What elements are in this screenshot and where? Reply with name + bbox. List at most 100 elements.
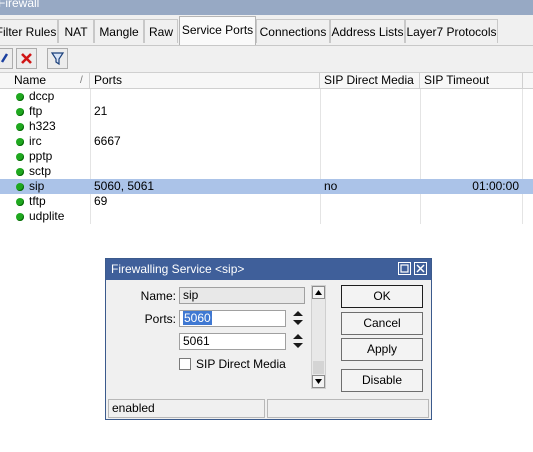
- window-title: Firewall: [0, 0, 40, 10]
- table-header: Name / Ports SIP Direct Media SIP Timeou…: [0, 72, 533, 89]
- table-row[interactable]: sctp: [0, 164, 533, 179]
- name-label: Name:: [140, 289, 176, 303]
- apply-button[interactable]: Apply: [341, 338, 423, 361]
- status-secondary: [267, 399, 429, 418]
- cell-ports: [94, 209, 314, 224]
- cell-ports: [94, 149, 314, 164]
- cell-sip-timeout: [424, 104, 519, 119]
- cell-sip-direct-media: [324, 119, 416, 134]
- enabled-status-icon: [16, 153, 24, 161]
- cell-sip-timeout: [424, 149, 519, 164]
- tab-filter-rules[interactable]: Filter Rules: [0, 19, 58, 43]
- scroll-thumb[interactable]: [313, 361, 324, 374]
- enabled-status-icon: [16, 108, 24, 116]
- column-header-name-label: Name: [14, 73, 47, 87]
- table-row[interactable]: irc 6667: [0, 134, 533, 149]
- port-field-1[interactable]: 5060: [179, 310, 286, 327]
- cell-sip-timeout: [424, 119, 519, 134]
- enabled-status-icon: [16, 93, 24, 101]
- table-row[interactable]: udplite: [0, 209, 533, 224]
- filter-icon: [50, 52, 65, 66]
- scroll-down-button[interactable]: [312, 375, 325, 388]
- enable-button[interactable]: [0, 48, 13, 69]
- cell-ports: [94, 89, 314, 104]
- window-title-bar: Firewall: [0, 0, 533, 15]
- cell-ports: 6667: [94, 134, 121, 148]
- cell-sip-timeout: [424, 89, 519, 104]
- tab-connections[interactable]: Connections: [256, 19, 330, 43]
- cell-name: h323: [29, 119, 56, 133]
- port-field-1-value: 5060: [183, 311, 212, 325]
- cell-name: sctp: [29, 164, 52, 178]
- cell-name: dccp: [29, 89, 55, 103]
- dialog-status-bar: enabled: [108, 399, 429, 418]
- column-header-ports[interactable]: Ports: [90, 73, 320, 88]
- column-header-name[interactable]: Name /: [0, 73, 90, 88]
- cell-sip-direct-media: [324, 149, 416, 164]
- cell-name: pptp: [29, 149, 53, 163]
- table-row[interactable]: dccp: [0, 89, 533, 104]
- cell-sip-direct-media: [324, 164, 416, 179]
- table-row[interactable]: tftp 69: [0, 194, 533, 209]
- tab-mangle[interactable]: Mangle: [94, 19, 144, 43]
- filter-button[interactable]: [47, 48, 68, 69]
- tab-raw[interactable]: Raw: [144, 19, 178, 43]
- ok-button[interactable]: OK: [341, 285, 423, 308]
- cell-sip-timeout: [424, 164, 519, 179]
- enabled-status-icon: [16, 183, 24, 191]
- cancel-button[interactable]: Cancel: [341, 312, 423, 335]
- cell-name: ftp: [29, 104, 43, 118]
- arrow-down-icon: [315, 379, 322, 384]
- maximize-button[interactable]: [398, 262, 411, 275]
- table-row[interactable]: sip 5060, 5061 no 01:00:00: [0, 179, 533, 194]
- cell-name: tftp: [29, 194, 46, 208]
- column-header-sip-direct-media[interactable]: SIP Direct Media: [320, 73, 420, 88]
- cell-ports: [94, 119, 314, 134]
- port-1-spinner-icon[interactable]: [292, 310, 304, 326]
- cell-sip-timeout: [424, 209, 519, 224]
- tab-nat[interactable]: NAT: [58, 19, 94, 43]
- port-field-2[interactable]: 5061: [179, 333, 286, 350]
- cell-ports: [94, 164, 314, 179]
- cell-name: udplite: [29, 209, 65, 223]
- sort-indicator: /: [80, 75, 83, 86]
- dialog-scrollbar[interactable]: [311, 285, 326, 389]
- x-icon: [21, 53, 32, 64]
- tab-bar: Filter Rules NAT Mangle Raw Service Port…: [0, 15, 533, 46]
- cell-sip-direct-media: [324, 209, 416, 224]
- cell-ports: 5060, 5061: [94, 179, 155, 193]
- table-row[interactable]: ftp 21: [0, 104, 533, 119]
- close-icon: [416, 264, 425, 273]
- check-icon: [0, 53, 9, 63]
- cell-sip-direct-media: [324, 89, 416, 104]
- table-row[interactable]: h323: [0, 119, 533, 134]
- cell-sip-timeout: 01:00:00: [472, 179, 519, 193]
- port-2-spinner-icon[interactable]: [292, 333, 304, 349]
- enabled-status-icon: [16, 168, 24, 176]
- close-button[interactable]: [414, 262, 427, 275]
- maximize-icon: [400, 264, 409, 273]
- cell-ports: 21: [94, 104, 108, 118]
- table-body: dccp ftp 21 h323 irc 6667 pptp sctp sip 5060, 506…: [0, 89, 533, 224]
- disable-dialog-button[interactable]: Disable: [341, 369, 423, 392]
- cell-name: irc: [29, 134, 42, 148]
- enabled-status-icon: [16, 138, 24, 146]
- tab-layer7-protocols[interactable]: Layer7 Protocols: [405, 19, 498, 43]
- dialog-title-bar[interactable]: Firewalling Service <sip>: [106, 259, 431, 280]
- table-row[interactable]: pptp: [0, 149, 533, 164]
- disable-button[interactable]: [16, 48, 37, 69]
- cell-sip-direct-media: [324, 134, 416, 149]
- sip-direct-media-checkbox[interactable]: [179, 358, 191, 370]
- name-field: sip: [179, 287, 305, 304]
- tab-address-lists[interactable]: Address Lists: [330, 19, 405, 43]
- scroll-up-button[interactable]: [312, 286, 325, 299]
- cell-sip-timeout: [424, 134, 519, 149]
- cell-sip-direct-media: no: [324, 179, 338, 193]
- arrow-up-icon: [315, 290, 322, 295]
- tab-service-ports[interactable]: Service Ports: [179, 16, 256, 45]
- cell-ports: 69: [94, 194, 108, 208]
- sip-direct-media-label: SIP Direct Media: [196, 357, 286, 371]
- enabled-status-icon: [16, 213, 24, 221]
- column-header-sip-timeout[interactable]: SIP Timeout: [420, 73, 523, 88]
- enabled-status-icon: [16, 198, 24, 206]
